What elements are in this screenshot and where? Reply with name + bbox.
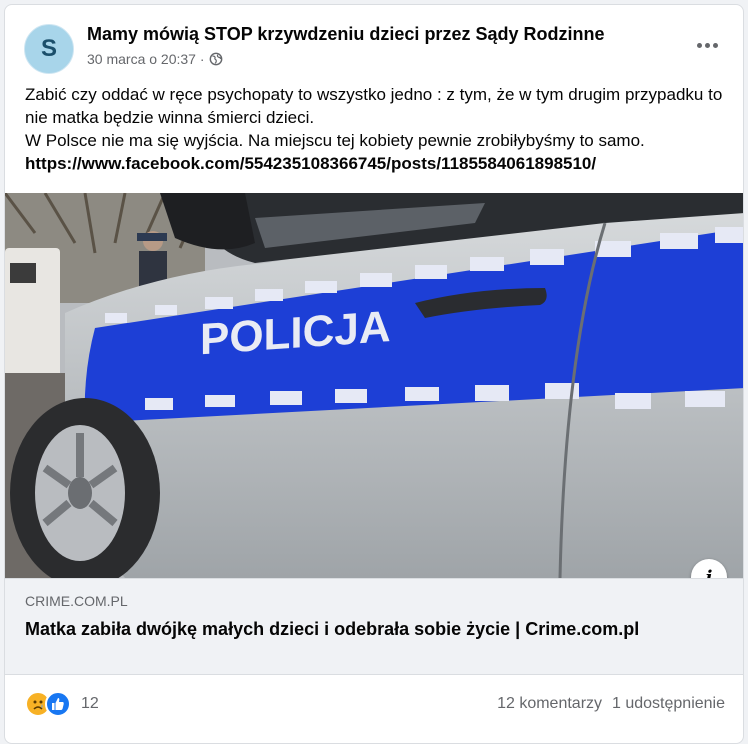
comments-count[interactable]: 12 komentarzy <box>497 695 602 713</box>
post-text-line: W Polsce nie ma się wyjścia. Na miejscu … <box>25 131 645 150</box>
post-text-line: Zabić czy oddać w ręce psychopaty to wsz… <box>25 85 723 127</box>
post-footer: 12 12 komentarzy 1 udostępnienie <box>5 675 743 737</box>
more-options-icon[interactable] <box>689 33 725 57</box>
globe-icon <box>209 52 222 66</box>
shares-count[interactable]: 1 udostępnienie <box>612 695 725 713</box>
link-preview[interactable]: CRIME.COM.PL Matka zabiła dwójkę małych … <box>5 578 743 675</box>
post-image[interactable]: POLICJA i <box>5 193 743 578</box>
engagement-stats: 12 komentarzy 1 udostępnienie <box>497 695 725 713</box>
like-icon <box>45 691 71 717</box>
police-car-photo: POLICJA <box>5 193 743 578</box>
reaction-count: 12 <box>81 695 99 712</box>
post-header: S Mamy mówią STOP krzywdzeniu dzieci prz… <box>5 5 743 81</box>
post-link[interactable]: https://www.facebook.com/554235108366745… <box>25 154 596 173</box>
page-name-link[interactable]: Mamy mówią STOP krzywdzeniu dzieci przez… <box>87 24 604 45</box>
post-timestamp[interactable]: 30 marca o 20:37 · <box>87 51 205 67</box>
link-domain: CRIME.COM.PL <box>25 593 128 609</box>
page-avatar[interactable]: S <box>24 24 74 74</box>
avatar-letter: S <box>40 35 57 62</box>
post-text: Zabić czy oddać w ręce psychopaty to wsz… <box>25 83 725 175</box>
link-title: Matka zabiła dwójkę małych dzieci i odeb… <box>25 619 640 639</box>
post-meta: 30 marca o 20:37 · <box>87 51 223 67</box>
reactions-summary[interactable]: 12 <box>25 691 99 717</box>
post-card: S Mamy mówią STOP krzywdzeniu dzieci prz… <box>4 4 744 744</box>
